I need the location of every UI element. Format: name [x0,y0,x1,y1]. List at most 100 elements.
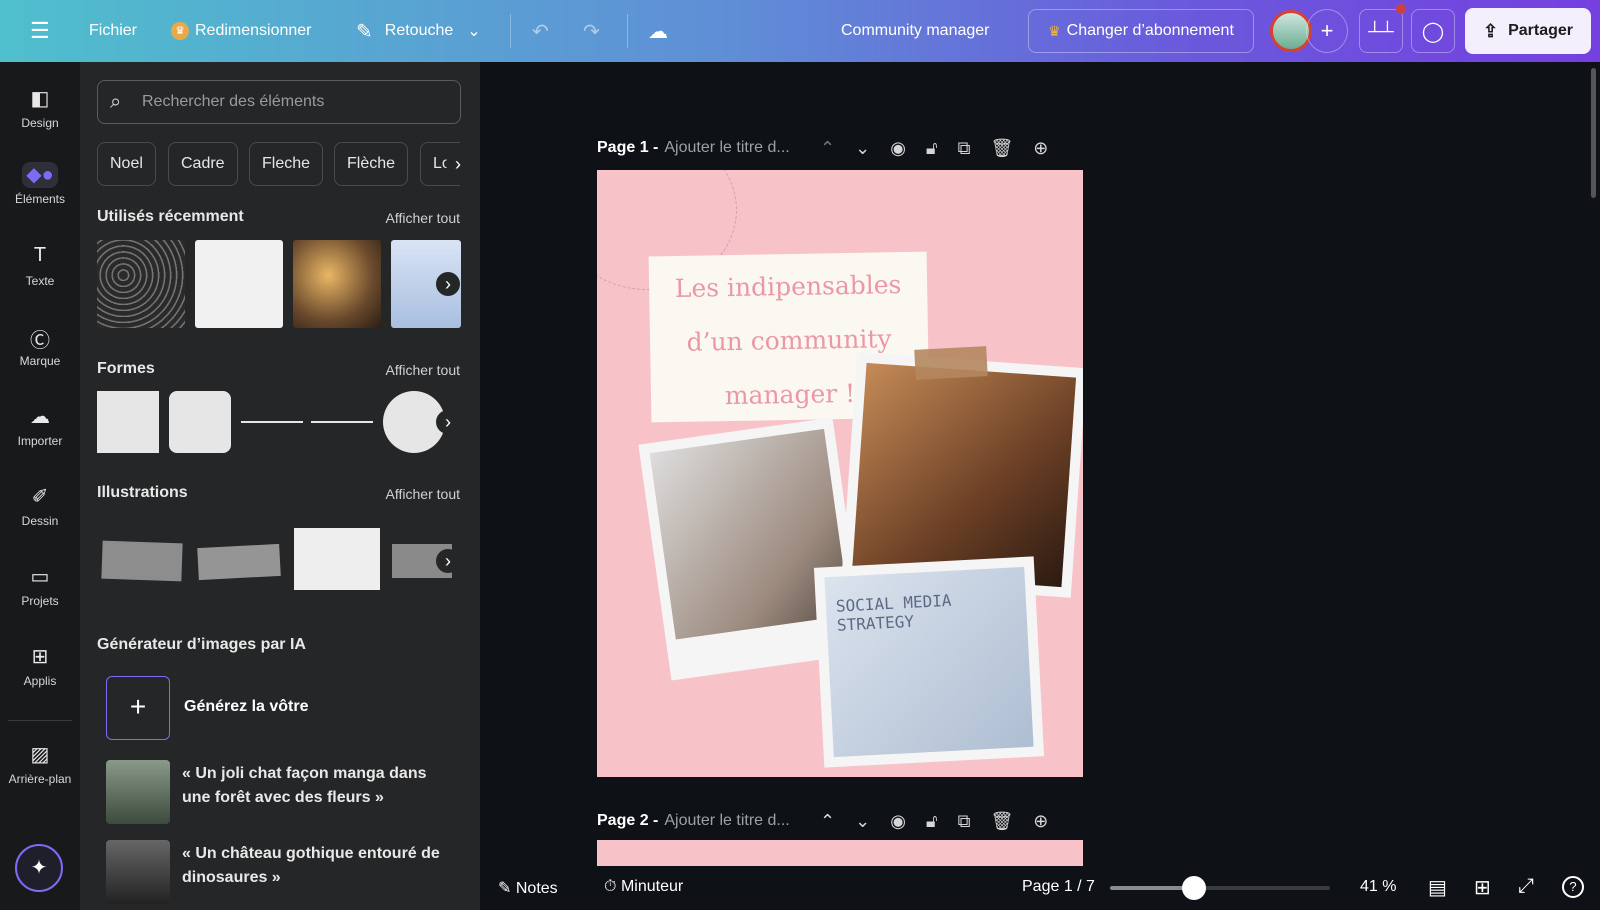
duplicate-icon[interactable]: ⧉ [958,811,971,832]
chevron-down-icon[interactable]: ⌄ [855,811,870,832]
line-shape[interactable] [241,421,303,423]
bottom-bar: ✎ Notes ⏱ Minuteur Page 1 / 7 41 % ▤ ⊞ ⤢… [480,866,1600,910]
rail-upload[interactable]: ☁ Importer [0,404,80,448]
rail-text[interactable]: T Texte [0,244,80,288]
chevron-down-icon[interactable]: ⌄ [855,138,870,159]
scrollbar[interactable] [1591,68,1596,198]
page-view-icon[interactable]: ▤ [1428,875,1447,900]
see-all-link[interactable]: Afficher tout [386,210,460,226]
file-menu[interactable]: Fichier [89,22,137,40]
rounded-square-shape[interactable] [169,391,231,453]
pencil-icon: ✎ [356,20,373,43]
fullscreen-icon[interactable]: ⤢ [1518,875,1534,898]
chevron-right-icon[interactable]: › [436,549,460,573]
chevron-up-icon[interactable]: ⌃ [820,138,835,159]
document-title[interactable]: Community manager [841,22,990,40]
ai-prompt[interactable]: « Un château gothique entouré de dinosau… [182,842,452,890]
help-icon[interactable]: ? [1562,876,1584,898]
share-label: Partager [1508,22,1573,39]
square-shape[interactable] [97,391,159,453]
tape-illustration[interactable] [101,540,183,582]
page-title-input[interactable]: Ajouter le titre d... [664,812,789,830]
generate-link[interactable]: Générez la vôtre [184,698,309,716]
notes-button[interactable]: ✎ Notes [498,878,558,898]
upgrade-button[interactable]: ♛ Changer d’abonnement [1028,9,1254,53]
page-2-canvas[interactable] [597,840,1083,866]
chevron-right-icon[interactable]: › [446,152,470,176]
chevron-right-icon[interactable]: › [436,410,460,434]
lock-icon[interactable]: 🔓︎ [926,138,938,159]
zoom-slider[interactable] [1110,876,1330,900]
add-page-icon[interactable]: ⊕ [1033,138,1048,159]
rail-projects[interactable]: ▭ Projets [0,564,80,608]
rail-label: Design [21,116,59,130]
chevron-up-icon[interactable]: ⌃ [820,811,835,832]
zoom-slider-handle[interactable] [1181,876,1206,900]
comment-icon[interactable]: ◯ [1411,9,1455,53]
rail-brand[interactable]: Ⓒ Marque [0,324,80,368]
trash-icon[interactable]: 🗑︎ [990,138,1013,159]
resize-label: Redimensionner [195,22,312,39]
upgrade-label: Changer d’abonnement [1066,22,1234,39]
paper-illustration[interactable] [294,528,380,590]
hamburger-icon[interactable]: ☰ [30,18,50,44]
divider [8,720,72,721]
resize-button[interactable]: ♛ Redimensionner [171,22,312,40]
analytics-icon[interactable]: ┴┴ [1359,9,1403,53]
chevron-right-icon[interactable]: › [436,272,460,296]
page1-header: Page 1 - Ajouter le titre d... [597,139,790,157]
person-photo [851,362,1077,588]
chip-fleche[interactable]: Fleche [249,142,324,186]
top-bar: ☰ Fichier ♛ Redimensionner ✎ Retouche ⌄ ↶ ↷… [0,0,1600,62]
rail-label: Arrière-plan [8,772,72,786]
page-label: Page 1 - [597,139,659,156]
rail-draw[interactable]: ✐ Dessin [0,484,80,528]
page-title-input[interactable]: Ajouter le titre d... [664,139,789,157]
add-page-icon[interactable]: ⊕ [1033,811,1048,832]
chip-noel[interactable]: Noel [97,142,156,186]
strategy-photo: SOCIAL MEDIA STRATEGY [824,566,1034,758]
arrow-line-shape[interactable] [311,421,373,423]
undo-icon[interactable]: ↶ [532,19,549,44]
page-indicator[interactable]: Page 1 / 7 [1022,878,1095,896]
text-icon: T [33,244,47,266]
recent-item[interactable] [195,240,283,328]
share-button[interactable]: ⇪ Partager [1465,8,1591,54]
folder-icon: ▭ [30,566,50,588]
cloud-saved-icon[interactable]: ☁ [648,19,668,44]
divider [627,14,628,48]
lock-icon[interactable]: 🔓︎ [926,811,938,832]
ai-sample-thumb[interactable] [106,760,170,824]
see-all-link[interactable]: Afficher tout [386,362,460,378]
tape-illustration[interactable] [197,543,281,581]
add-collaborator-button[interactable]: + [1306,9,1348,53]
edit-menu[interactable]: ✎ Retouche ⌄ [356,19,481,44]
polaroid-photo[interactable]: SOCIAL MEDIA STRATEGY [813,556,1045,768]
zoom-level[interactable]: 41 % [1360,878,1396,896]
chip-fleche-accent[interactable]: Flèche [334,142,409,186]
trash-icon[interactable]: 🗑︎ [990,811,1013,832]
chip-cadre[interactable]: Cadre [168,142,238,186]
page-1-canvas[interactable]: Les indipensables d’un community manager… [597,170,1083,777]
side-rail: ◧ Design ◆● Éléments T Texte Ⓒ Marque ☁ Impor… [0,62,80,910]
rail-apps[interactable]: ⊞ Applis [0,644,80,688]
rail-background[interactable]: ▨ Arrière-plan [0,742,80,786]
rail-label: Dessin [21,514,59,528]
ai-prompt[interactable]: « Un joli chat façon manga dans une forê… [182,762,452,810]
recent-item[interactable] [97,240,185,328]
rail-design[interactable]: ◧ Design [0,86,80,130]
hide-icon[interactable]: ◉ [890,811,906,832]
brand-icon: Ⓒ [30,330,50,352]
duplicate-icon[interactable]: ⧉ [958,138,971,159]
redo-icon[interactable]: ↷ [583,19,600,44]
timer-button[interactable]: ⏱ Minuteur [604,878,683,896]
grid-view-icon[interactable]: ⊞ [1474,875,1491,900]
plus-icon[interactable]: + [106,676,170,740]
ai-sample-thumb[interactable] [106,840,170,904]
search-input[interactable]: ⌕ Rechercher des éléments [97,80,461,124]
magic-assistant-button[interactable]: ✦ [15,844,63,892]
rail-elements[interactable]: ◆● Éléments [0,162,80,206]
hide-icon[interactable]: ◉ [890,138,906,159]
see-all-link[interactable]: Afficher tout [386,486,460,502]
recent-item[interactable] [293,240,381,328]
